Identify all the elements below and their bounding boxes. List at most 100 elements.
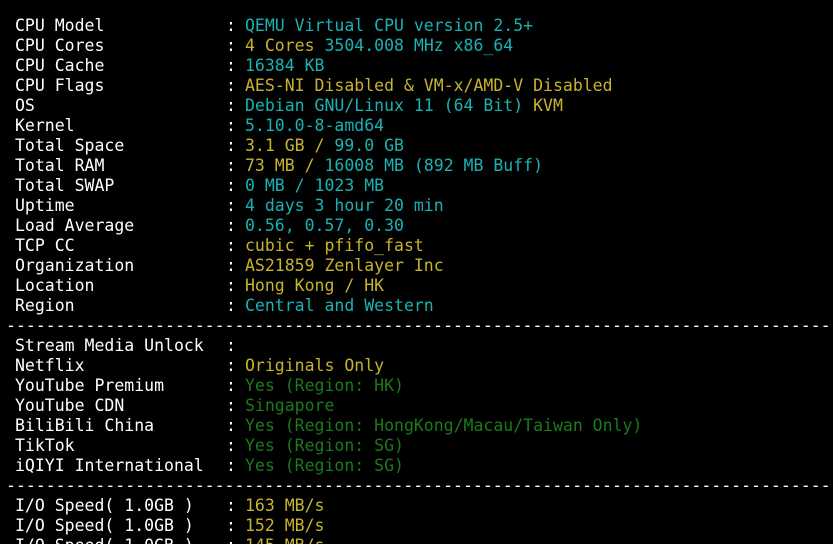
row-colon: : [226, 256, 236, 275]
value-segment: Yes (Region: SG) [245, 436, 404, 455]
row-colon: : [226, 56, 236, 75]
row-label: Netflix [15, 356, 85, 375]
value-segment: KVM [533, 96, 563, 115]
row-value: 145 MB/s [245, 536, 324, 544]
row-label: Uptime [15, 196, 75, 215]
row-label: YouTube Premium [15, 376, 165, 395]
row-label: iQIYI International [15, 456, 204, 475]
row-colon: : [226, 376, 236, 395]
row-value: Hong Kong / HK [245, 276, 384, 296]
row-label: YouTube CDN [15, 396, 125, 415]
row-label: Total SWAP [15, 176, 115, 195]
row-label: Region [15, 296, 75, 315]
row-value: Yes (Region: SG) [245, 436, 404, 456]
row-colon: : [226, 196, 236, 215]
row-label: Total RAM [15, 156, 105, 175]
row-colon: : [226, 356, 236, 375]
value-segment: 16008 MB [324, 156, 414, 175]
row-colon: : [226, 336, 236, 355]
value-segment: 73 MB / [245, 156, 325, 175]
value-segment: 0 MB / [245, 176, 315, 195]
row-label: I/O Speed( 1.0GB ) [15, 496, 194, 515]
row-colon: : [226, 456, 236, 475]
row-label: CPU Cores [15, 36, 105, 55]
row-value: Singapore [245, 396, 334, 416]
value-segment: Yes (Region: HK) [245, 376, 404, 395]
row-label: CPU Cache [15, 56, 105, 75]
value-segment: AS21859 Zenlayer Inc [245, 256, 444, 275]
value-segment: 0.56, 0.57, 0.30 [245, 216, 404, 235]
row-value: Debian GNU/Linux 11 (64 Bit) KVM [245, 96, 563, 116]
value-segment: Yes (Region: SG) [245, 456, 404, 475]
row-colon: : [226, 36, 236, 55]
value-segment: 3.1 GB / [245, 136, 335, 155]
row-value: Yes (Region: HongKong/Macau/Taiwan Only) [245, 416, 642, 436]
row-colon: : [226, 416, 236, 435]
value-segment: 152 MB/s [245, 516, 325, 535]
value-segment: cubic + pfifo_fast [245, 236, 424, 255]
separator-line: ----------------------------------------… [6, 316, 828, 335]
row-value: QEMU Virtual CPU version 2.5+ [245, 16, 533, 36]
value-segment: 4 Cores [245, 36, 325, 55]
row-value: AES-NI Disabled & VM-x/AMD-V Disabled [245, 76, 613, 96]
separator-line: ----------------------------------------… [6, 476, 828, 495]
row-label: Total Space [15, 136, 125, 155]
row-value: AS21859 Zenlayer Inc [245, 256, 444, 276]
row-label: BiliBili China [15, 416, 155, 435]
row-value: 5.10.0-8-amd64 [245, 116, 384, 136]
row-label: CPU Model [15, 16, 105, 35]
row-value: 163 MB/s [245, 496, 324, 516]
value-segment: AES-NI Disabled & VM-x/AMD-V Disabled [245, 76, 613, 95]
value-segment: Yes (Region: HongKong/Macau/Taiwan Only) [245, 416, 643, 435]
value-segment: 163 MB/s [245, 496, 325, 515]
row-colon: : [226, 296, 236, 315]
row-colon: : [226, 536, 236, 544]
row-label: I/O Speed( 1.0GB ) [15, 516, 194, 535]
row-label: Location [15, 276, 95, 295]
row-colon: : [226, 396, 236, 415]
row-label: TCP CC [15, 236, 75, 255]
row-label: I/O Speed( 1.0GB ) [15, 536, 194, 544]
value-segment: Originals Only [245, 356, 385, 375]
value-segment: Singapore [245, 396, 335, 415]
row-colon: : [226, 176, 236, 195]
row-colon: : [226, 76, 236, 95]
value-segment: 4 days 3 hour 20 min [245, 196, 444, 215]
row-label: Kernel [15, 116, 75, 135]
value-segment: 3504.008 MHz x86_64 [324, 36, 514, 55]
row-colon: : [226, 136, 236, 155]
row-colon: : [226, 436, 236, 455]
value-segment: 99.0 GB [334, 136, 404, 155]
row-colon: : [226, 96, 236, 115]
row-colon: : [226, 236, 236, 255]
row-colon: : [226, 116, 236, 135]
row-value: 4 Cores 3504.008 MHz x86_64 [245, 36, 513, 56]
terminal-window: CPU Model: QEMU Virtual CPU version 2.5+ C… [0, 0, 833, 544]
value-segment: 16384 KB [245, 56, 325, 75]
value-segment: (892 MB Buff) [413, 156, 544, 175]
row-value: 0.56, 0.57, 0.30 [245, 216, 404, 236]
value-segment: 1023 MB [314, 176, 385, 195]
value-segment: Central and Western [245, 296, 434, 315]
row-label: OS [15, 96, 35, 115]
row-colon: : [226, 276, 236, 295]
row-colon: : [226, 156, 236, 175]
row-colon: : [226, 516, 236, 535]
row-label: TikTok [15, 436, 75, 455]
row-value: 152 MB/s [245, 516, 324, 536]
value-segment: Hong Kong / HK [245, 276, 385, 295]
row-value: 4 days 3 hour 20 min [245, 196, 444, 216]
row-value: Originals Only [245, 356, 384, 376]
row-value: 3.1 GB / 99.0 GB [245, 136, 404, 156]
row-value: Yes (Region: HK) [245, 376, 404, 396]
row-label: Organization [15, 256, 135, 275]
value-segment: QEMU Virtual CPU version 2.5+ [245, 16, 534, 35]
row-value: 0 MB / 1023 MB [245, 176, 384, 196]
row-value: 16384 KB [245, 56, 324, 76]
row-value: 73 MB / 16008 MB (892 MB Buff) [245, 156, 543, 176]
value-segment: 145 MB/s [245, 536, 324, 544]
row-label: Load Average [15, 216, 135, 235]
row-label: Stream Media Unlock [15, 336, 204, 355]
row-value: Yes (Region: SG) [245, 456, 404, 476]
value-segment: 5.10.0-8-amd64 [245, 116, 385, 135]
